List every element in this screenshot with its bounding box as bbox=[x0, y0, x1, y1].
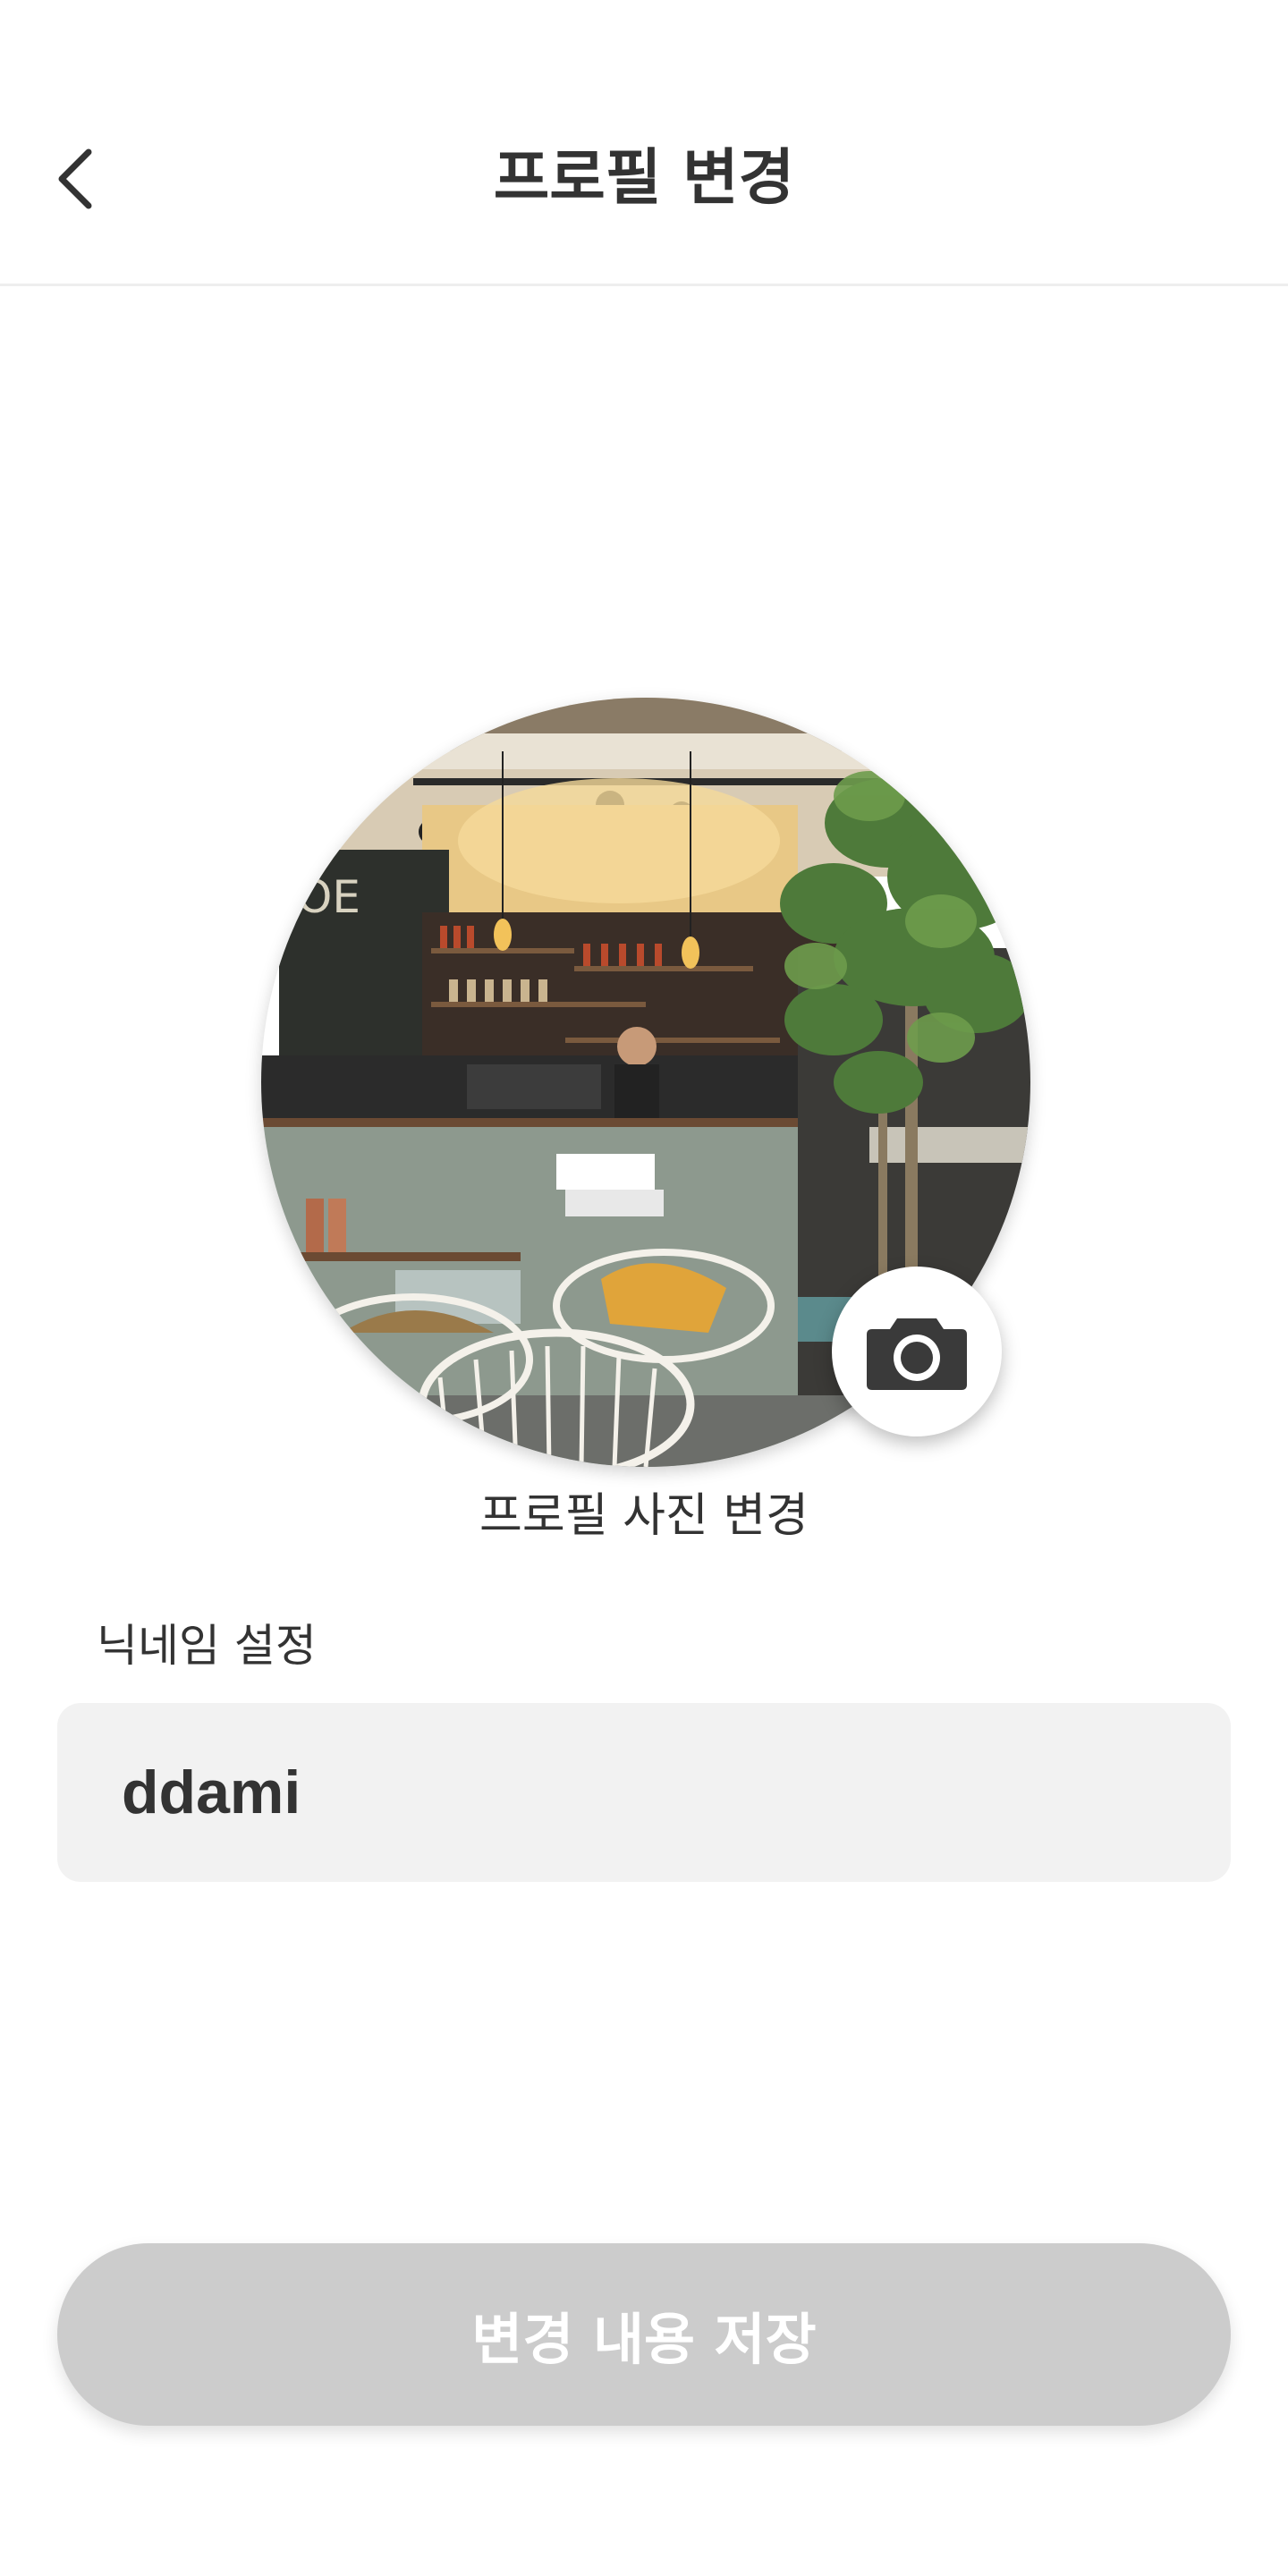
header: 프로필 변경 bbox=[0, 0, 1288, 286]
save-changes-button[interactable]: 변경 내용 저장 bbox=[57, 2243, 1231, 2426]
nickname-input[interactable] bbox=[57, 1703, 1231, 1882]
change-photo-button[interactable] bbox=[832, 1267, 1002, 1436]
camera-icon bbox=[867, 1318, 967, 1390]
page-title: 프로필 변경 bbox=[493, 143, 795, 214]
change-photo-label[interactable]: 프로필 사진 변경 bbox=[0, 1480, 1288, 1552]
profile-edit-screen: 프로필 변경 OE 프로필 사진 변경 닉네임 설정 ddami 변경 내용 저… bbox=[0, 0, 1288, 2576]
profile-photo-area: OE bbox=[261, 698, 1030, 1467]
svg-text:OE: OE bbox=[297, 871, 360, 923]
nickname-label: 닉네임 설정 bbox=[97, 1620, 317, 1672]
